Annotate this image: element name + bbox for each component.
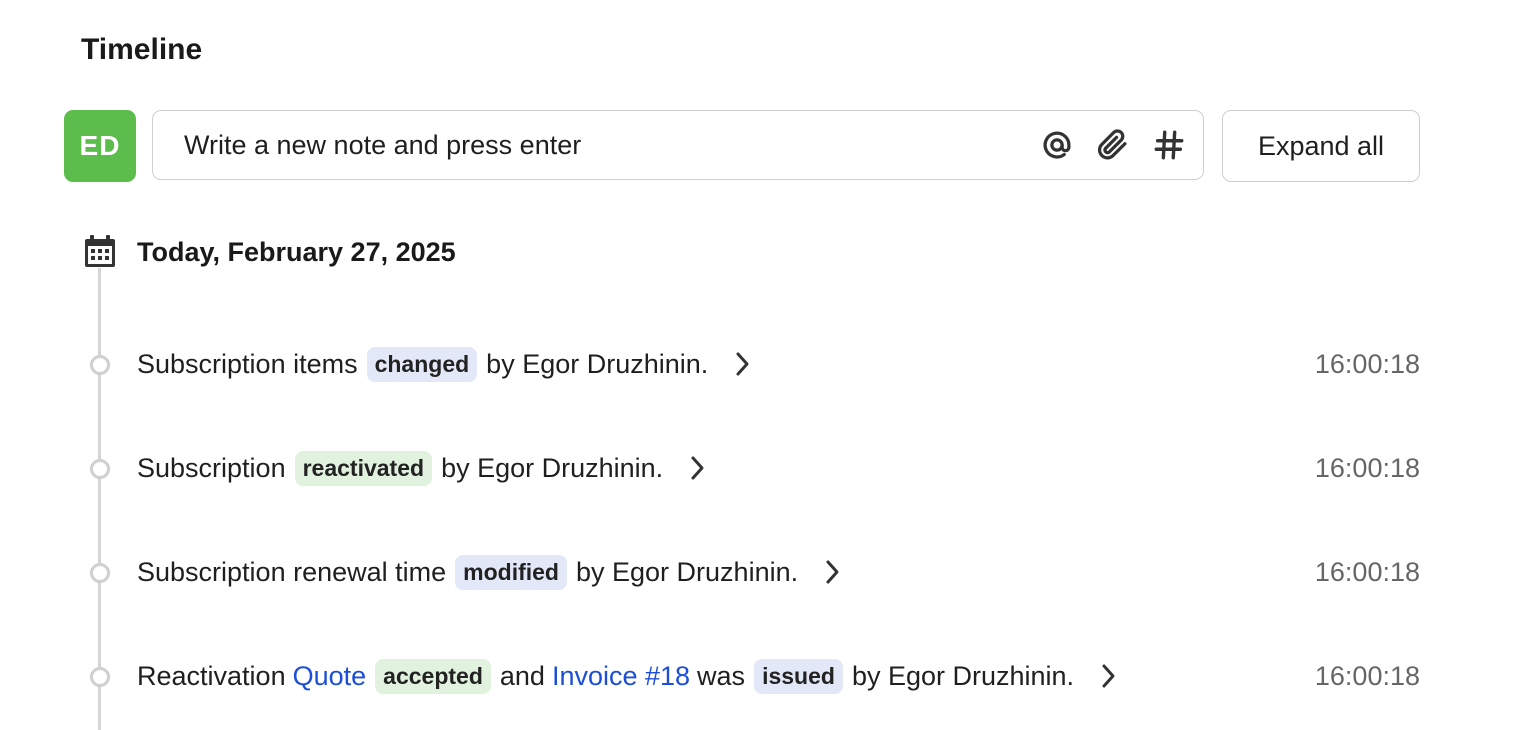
chevron-right-icon[interactable] (1096, 661, 1120, 691)
event-text-part: Subscription (137, 452, 286, 483)
event-text-part: Reactivation (137, 660, 286, 691)
event-time: 16:00:18 (1314, 348, 1420, 379)
timeline-event: Reactivation Quote accepted and Invoice … (0, 652, 1514, 700)
event-time: 16:00:18 (1314, 660, 1420, 691)
event-text: Subscription items changed by Egor Druzh… (137, 340, 754, 388)
note-composer (152, 110, 1204, 180)
timeline-dot (90, 459, 110, 479)
event-text-part: by Egor Druzhinin. (851, 660, 1075, 691)
event-text: Reactivation Quote accepted and Invoice … (137, 652, 1120, 700)
timeline-dot (90, 667, 110, 687)
chevron-right-icon[interactable] (820, 557, 844, 587)
timeline-dot (90, 563, 110, 583)
event-text-part: was (697, 660, 746, 691)
expand-all-button[interactable]: Expand all (1222, 110, 1420, 182)
timeline-event: Subscription renewal time modified by Eg… (0, 548, 1514, 596)
avatar: ED (64, 110, 136, 182)
timeline-event: Subscription reactivated by Egor Druzhin… (0, 444, 1514, 492)
event-text: Subscription reactivated by Egor Druzhin… (137, 444, 709, 492)
status-badge: issued (754, 658, 843, 694)
event-text-part: Subscription renewal time (137, 556, 447, 587)
event-text-part: and (499, 660, 545, 691)
event-time: 16:00:18 (1314, 556, 1420, 587)
event-text: Subscription renewal time modified by Eg… (137, 548, 844, 596)
calendar-icon (82, 234, 118, 270)
note-input[interactable] (153, 110, 1039, 180)
status-badge: accepted (375, 658, 491, 694)
event-text-part: Subscription items (137, 348, 358, 379)
timeline-event: Subscription items changed by Egor Druzh… (0, 340, 1514, 388)
timeline-dot (90, 355, 110, 375)
status-badge: reactivated (294, 450, 433, 486)
invoice-link[interactable]: Invoice #18 (552, 661, 690, 692)
status-badge: modified (455, 554, 567, 590)
page-title: Timeline (81, 33, 203, 66)
event-text-part: by Egor Druzhinin. (441, 452, 664, 483)
status-badge: changed (366, 346, 478, 382)
chevron-right-icon[interactable] (730, 349, 754, 379)
event-time: 16:00:18 (1314, 452, 1420, 483)
note-toolbar (1039, 127, 1203, 163)
date-heading: Today, February 27, 2025 (137, 237, 456, 267)
event-text-part: by Egor Druzhinin. (576, 556, 799, 587)
quote-link[interactable]: Quote (293, 661, 367, 692)
event-text-part: by Egor Druzhinin. (486, 348, 709, 379)
chevron-right-icon[interactable] (685, 453, 709, 483)
paperclip-icon[interactable] (1095, 127, 1131, 163)
at-icon[interactable] (1039, 127, 1075, 163)
hashtag-icon[interactable] (1151, 127, 1187, 163)
